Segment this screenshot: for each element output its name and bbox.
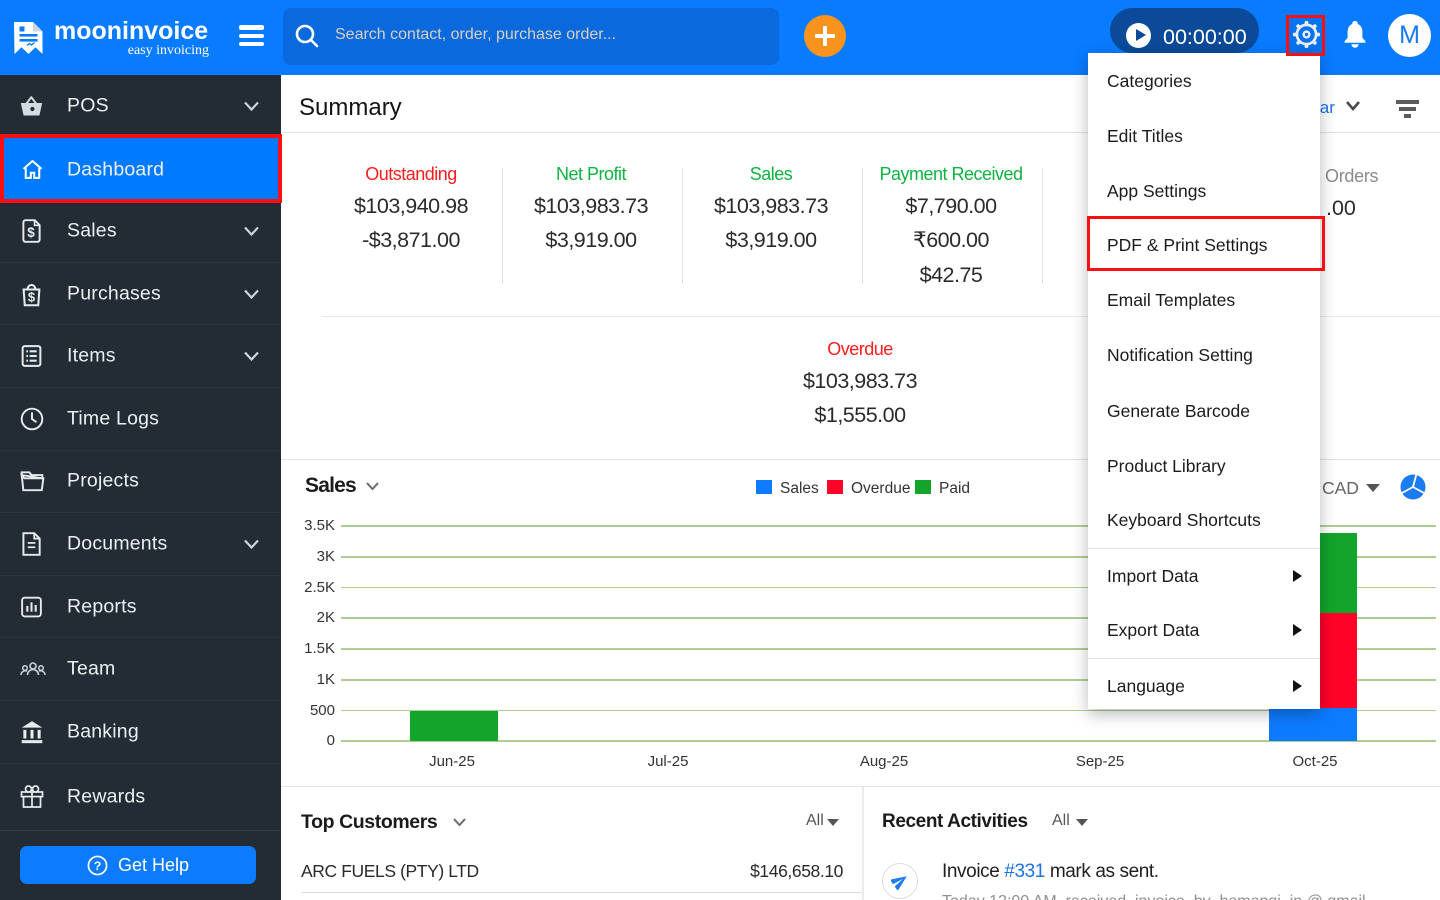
svg-text:?: ?: [94, 858, 102, 872]
svg-text:$: $: [28, 289, 35, 304]
svg-text:$: $: [27, 225, 35, 240]
